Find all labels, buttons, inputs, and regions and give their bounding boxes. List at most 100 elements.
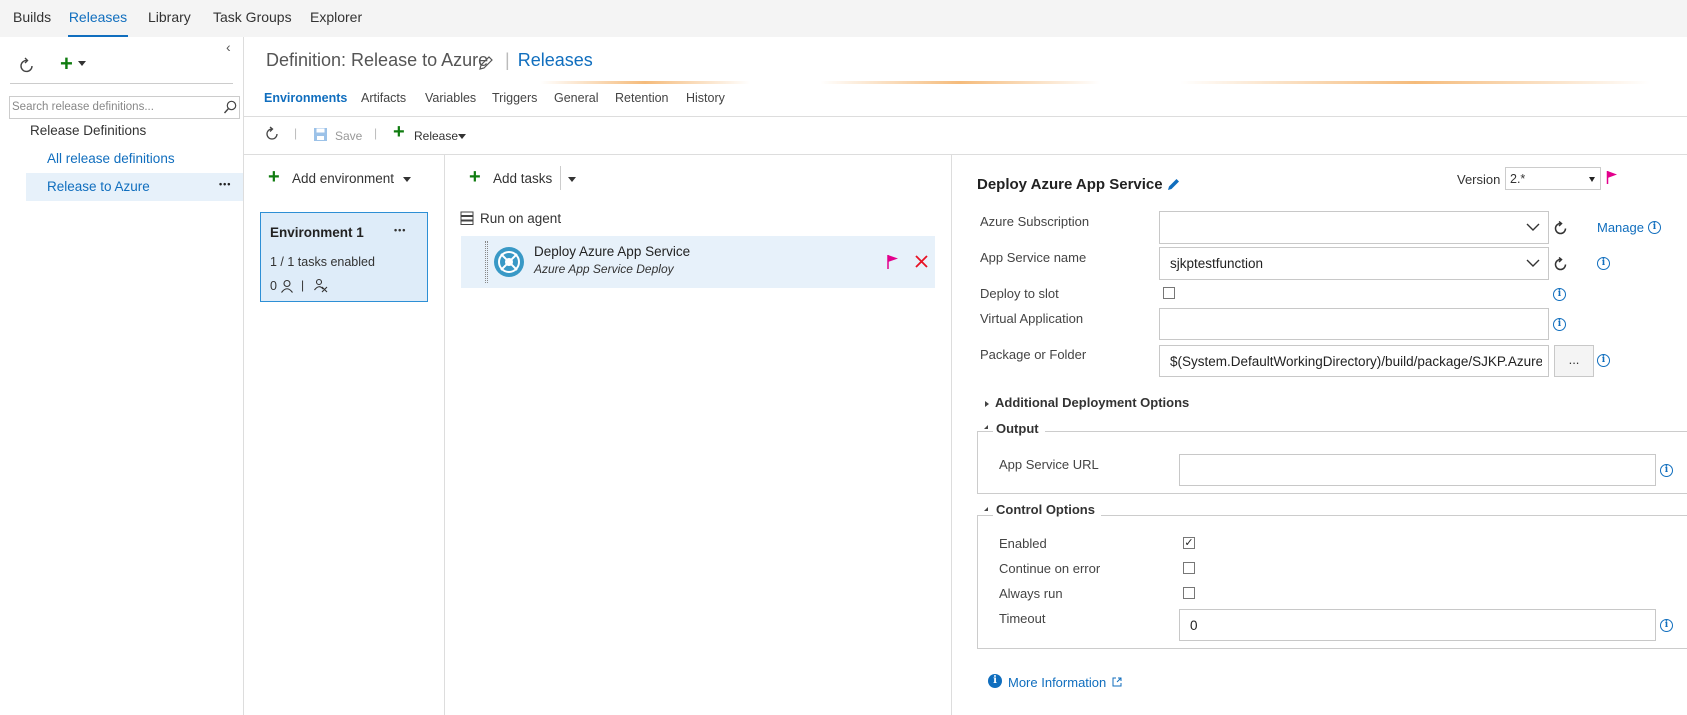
sidebar-item-release-to-azure[interactable]: Release to Azure ••• xyxy=(26,173,243,201)
deploy-to-slot-checkbox[interactable] xyxy=(1163,287,1175,299)
tab-releases[interactable]: Releases xyxy=(68,0,128,37)
version-label: Version xyxy=(1457,172,1501,187)
tree-root-release-definitions[interactable]: Release Definitions xyxy=(30,123,146,138)
search-icon[interactable] xyxy=(223,100,237,115)
save-button[interactable]: Save xyxy=(335,129,362,143)
sidebar-item-label: Release to Azure xyxy=(47,179,150,194)
search-input[interactable]: Search release definitions... xyxy=(9,96,240,119)
collapse-chevron-icon[interactable] xyxy=(984,425,988,429)
divider xyxy=(244,154,1687,155)
edit-title-pencil-icon[interactable] xyxy=(1167,177,1181,191)
manage-link[interactable]: Manage xyxy=(1597,220,1644,235)
agent-server-icon xyxy=(460,211,474,225)
more-information-link[interactable]: More Information xyxy=(1008,675,1106,690)
refresh-icon[interactable] xyxy=(264,126,280,142)
refresh-app-services-icon[interactable] xyxy=(1553,257,1568,272)
tab-general[interactable]: General xyxy=(554,91,598,105)
info-icon[interactable]: i xyxy=(1660,464,1673,477)
app-service-name-value: sjkptestfunction xyxy=(1170,256,1264,271)
loading-glow xyxy=(540,81,750,84)
top-navigation: Builds Releases Library Task Groups Expl… xyxy=(0,0,1687,37)
info-icon[interactable]: i xyxy=(1597,257,1610,270)
app-service-name-select[interactable]: sjkptestfunction xyxy=(1159,247,1549,280)
azure-app-service-icon xyxy=(494,247,524,277)
flag-icon[interactable] xyxy=(1606,170,1619,185)
task-details-title: Deploy Azure App Service xyxy=(977,176,1163,193)
refresh-subscriptions-icon[interactable] xyxy=(1553,221,1568,236)
browse-button[interactable]: ... xyxy=(1554,345,1594,377)
control-options-section-title[interactable]: Control Options xyxy=(993,502,1101,517)
timeout-value: 0 xyxy=(1190,618,1198,633)
person-icon[interactable] xyxy=(280,279,294,293)
info-icon[interactable]: i xyxy=(1597,354,1610,367)
azure-subscription-select[interactable] xyxy=(1159,211,1549,244)
more-options-icon[interactable]: ••• xyxy=(219,179,231,189)
tab-library[interactable]: Library xyxy=(148,0,191,37)
chevron-down-icon xyxy=(1526,223,1540,231)
app-service-url-label: App Service URL xyxy=(999,457,1099,472)
chevron-down-icon xyxy=(1526,259,1540,267)
loading-glow xyxy=(1180,81,1650,84)
approvers-count: 0 xyxy=(270,279,277,293)
collapse-sidebar-icon[interactable]: ‹ xyxy=(226,39,231,55)
chevron-down-icon[interactable] xyxy=(78,61,86,66)
continue-on-error-label: Continue on error xyxy=(999,561,1101,576)
tab-explorer[interactable]: Explorer xyxy=(310,0,362,37)
external-link-icon[interactable] xyxy=(1112,677,1122,687)
app-service-url-input[interactable] xyxy=(1179,454,1656,486)
edit-pencil-icon[interactable] xyxy=(478,55,494,71)
flag-icon[interactable] xyxy=(886,254,900,270)
delete-task-icon[interactable] xyxy=(915,255,928,268)
timeout-input[interactable]: 0 xyxy=(1179,609,1656,641)
additional-deployment-options-header[interactable]: Additional Deployment Options xyxy=(995,395,1189,410)
chevron-down-icon[interactable] xyxy=(568,177,576,182)
environment-more-icon[interactable]: ••• xyxy=(394,225,406,235)
divider xyxy=(10,83,233,84)
save-icon[interactable] xyxy=(313,127,328,142)
task-item-deploy-azure-app-service[interactable]: Deploy Azure App Service Azure App Servi… xyxy=(461,236,935,288)
breadcrumb-separator: | xyxy=(505,50,510,70)
tab-environments[interactable]: Environments xyxy=(264,91,347,105)
tasks-enabled-text: 1 / 1 tasks enabled xyxy=(270,255,375,269)
refresh-icon[interactable] xyxy=(18,57,36,75)
version-select[interactable]: 2.* xyxy=(1505,167,1601,190)
tab-artifacts[interactable]: Artifacts xyxy=(361,91,406,105)
expand-chevron-icon[interactable] xyxy=(985,401,989,407)
info-icon[interactable]: i xyxy=(1648,221,1661,234)
deploy-conditions-icon[interactable] xyxy=(313,278,329,294)
release-button[interactable]: Release xyxy=(414,129,458,143)
chevron-down-icon[interactable] xyxy=(403,177,411,182)
tab-variables[interactable]: Variables xyxy=(425,91,476,105)
info-icon[interactable]: i xyxy=(1553,288,1566,301)
info-icon[interactable]: i xyxy=(1660,619,1673,632)
phase-run-on-agent[interactable]: Run on agent xyxy=(480,211,561,226)
sidebar: ‹ + Search release definitions... Releas… xyxy=(0,37,244,715)
virtual-application-label: Virtual Application xyxy=(980,311,1084,326)
environment-title: Environment 1 xyxy=(270,225,364,240)
package-or-folder-input[interactable]: $(System.DefaultWorkingDirectory)/build/… xyxy=(1159,345,1549,377)
output-section-title[interactable]: Output xyxy=(993,421,1045,436)
add-definition-icon[interactable]: + xyxy=(60,51,73,77)
tab-builds[interactable]: Builds xyxy=(13,0,51,37)
environment-card[interactable]: Environment 1 ••• 1 / 1 tasks enabled 0 … xyxy=(260,212,428,302)
always-run-checkbox[interactable] xyxy=(1183,587,1195,599)
info-icon[interactable]: i xyxy=(1553,318,1566,331)
divider xyxy=(560,166,561,190)
virtual-application-input[interactable] xyxy=(1159,308,1549,340)
tab-retention[interactable]: Retention xyxy=(615,91,669,105)
continue-on-error-checkbox[interactable] xyxy=(1183,562,1195,574)
enabled-checkbox[interactable]: ✓ xyxy=(1183,537,1195,549)
chevron-down-icon[interactable] xyxy=(458,134,466,139)
add-environment-button[interactable]: Add environment xyxy=(292,171,394,186)
breadcrumb: | Releases xyxy=(505,50,593,71)
sidebar-item-all-release-definitions[interactable]: All release definitions xyxy=(47,151,175,166)
collapse-chevron-icon[interactable] xyxy=(984,507,988,511)
timeout-label: Timeout xyxy=(999,611,1046,626)
add-tasks-button[interactable]: Add tasks xyxy=(493,171,552,186)
drag-handle[interactable] xyxy=(485,241,488,283)
releases-breadcrumb-link[interactable]: Releases xyxy=(518,50,593,70)
tab-triggers[interactable]: Triggers xyxy=(492,91,537,105)
chevron-down-icon xyxy=(1589,177,1595,182)
tab-task-groups[interactable]: Task Groups xyxy=(213,0,292,37)
tab-history[interactable]: History xyxy=(686,91,725,105)
